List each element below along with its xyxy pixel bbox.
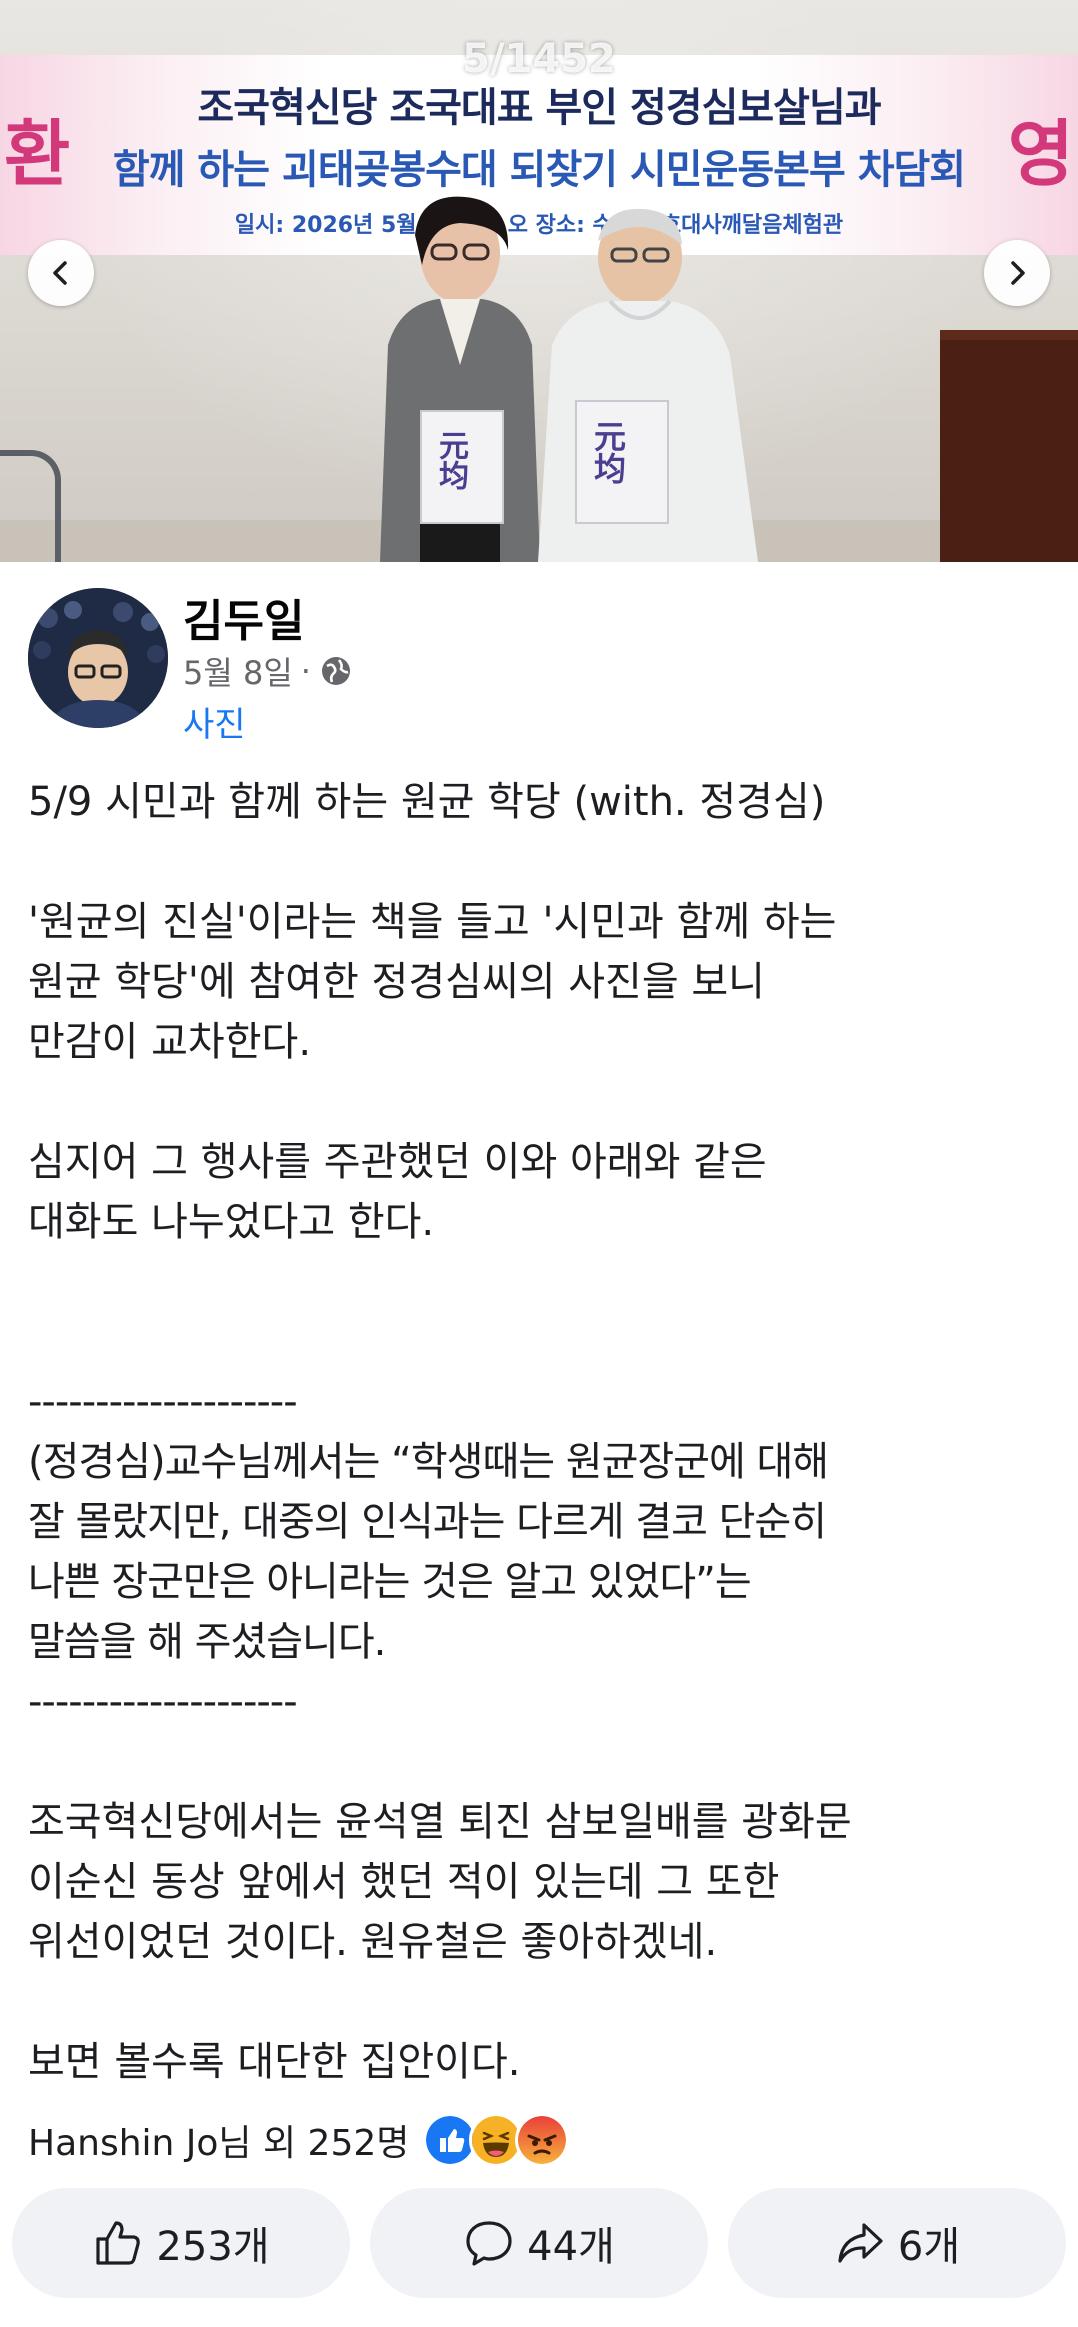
post-text: 5/9 시민과 함께 하는 원균 학당 (with. 정경심) '원균의 진실'…: [28, 772, 1058, 2092]
book-left-title: 元均: [433, 430, 468, 490]
post-paragraph: 심지어 그 행사를 주관했던 이와 아래와 같은 대화도 나누었다고 한다.: [28, 1139, 767, 1245]
chevron-right-icon: [1011, 261, 1025, 285]
avatar[interactable]: [28, 588, 168, 728]
reaction-icons: [423, 2113, 570, 2167]
like-button[interactable]: 253개: [12, 2188, 350, 2298]
share-button[interactable]: 6개: [728, 2188, 1066, 2298]
book-left: 元均: [420, 410, 504, 524]
post-category-link[interactable]: 사진: [183, 697, 246, 746]
post-actions: 253개 44개 6개: [12, 2188, 1066, 2298]
thumbs-up-icon: [96, 2221, 141, 2265]
post-paragraph: '원균의 진실'이라는 책을 들고 '시민과 함께 하는 원균 학당'에 참여한…: [28, 899, 837, 1065]
reactions-summary-text: Hanshin Jo님 외 252명: [28, 2123, 410, 2164]
post-header: 김두일 5월 8일 · 사진: [28, 585, 1048, 745]
share-count: 6개: [897, 2224, 961, 2270]
post-photo[interactable]: 환 영 조국혁신당 조국대표 부인 정경심보살님과 함께 하는 괴태곶봉수대 되…: [0, 0, 1078, 562]
author-name[interactable]: 김두일: [183, 585, 304, 649]
book-right-title: 元均: [589, 420, 627, 484]
banner-line-2: 함께 하는 괴태곶봉수대 되찾기 시민운동본부 차담회: [112, 147, 966, 193]
post-quote-block: -------------------- (정경심)교수님께서는 “학생때는 원…: [28, 1379, 829, 1725]
reactions-summary[interactable]: Hanshin Jo님 외 252명: [28, 2110, 570, 2170]
avatar-image: [28, 588, 168, 728]
comment-count: 44개: [527, 2224, 615, 2270]
previous-photo-button[interactable]: [28, 240, 94, 306]
share-icon: [838, 2223, 883, 2263]
post-date[interactable]: 5월 8일: [183, 648, 293, 694]
photo-piano: [940, 330, 1078, 562]
comment-button[interactable]: 44개: [370, 2188, 708, 2298]
post-paragraph: 보면 볼수록 대단한 집안이다.: [28, 2039, 521, 2085]
angry-reaction-icon: [515, 2113, 570, 2167]
next-photo-button[interactable]: [984, 240, 1050, 306]
post-paragraph: 조국혁신당에서는 윤석열 퇴진 삼보일배를 광화문 이순신 동상 앞에서 했던 …: [28, 1799, 852, 1965]
book-right: 元均: [575, 400, 669, 524]
meta-separator: ·: [300, 652, 311, 690]
like-count: 253개: [156, 2224, 270, 2270]
photo-chair: [0, 450, 61, 562]
comment-icon: [466, 2221, 512, 2266]
banner-line-1: 조국혁신당 조국대표 부인 정경심보살님과: [197, 85, 881, 131]
chevron-left-icon: [53, 261, 67, 285]
post-meta: 5월 8일 ·: [183, 648, 353, 694]
globe-icon: [321, 657, 350, 685]
photo-counter: 5/1452: [462, 36, 616, 82]
post-paragraph: 5/9 시민과 함께 하는 원균 학당 (with. 정경심): [28, 779, 826, 825]
